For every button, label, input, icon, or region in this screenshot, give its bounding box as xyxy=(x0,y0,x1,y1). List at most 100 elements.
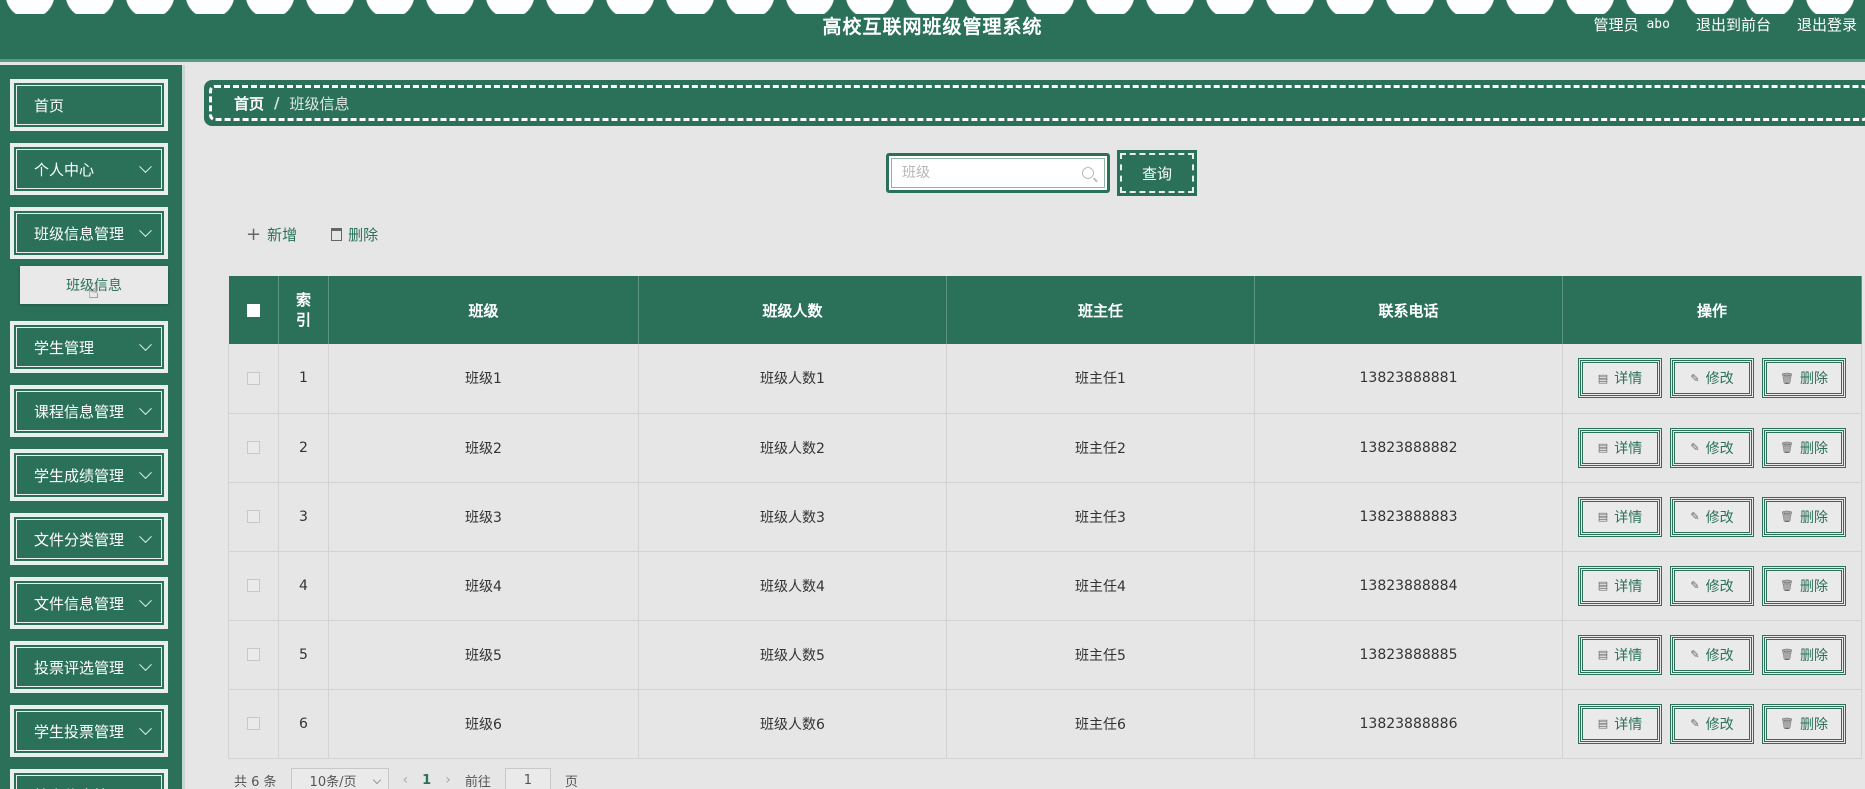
chevron-down-icon xyxy=(139,401,152,415)
sidebar-item-3[interactable]: 学生管理 xyxy=(9,320,169,374)
batch-delete-button[interactable]: 删除 xyxy=(331,224,378,245)
cell-teacher: 班主任3 xyxy=(946,482,1255,552)
chevron-down-icon xyxy=(139,529,152,543)
sidebar-item-8[interactable]: 投票评选管理 xyxy=(9,640,169,694)
sidebar-item-label: 投票评选管理 xyxy=(34,658,125,677)
delete-button[interactable]: 🗑 删除 xyxy=(1762,496,1846,537)
current-page[interactable]: 1 xyxy=(422,773,431,788)
delete-button[interactable]: 🗑 删除 xyxy=(1762,358,1846,399)
trash-icon xyxy=(331,228,343,241)
col-header-teacher: 班主任 xyxy=(946,276,1255,344)
detail-button[interactable]: ▤ 详情 xyxy=(1578,496,1662,537)
delete-button[interactable]: 🗑 删除 xyxy=(1762,565,1846,606)
cell-index: 6 xyxy=(278,689,329,759)
cell-class: 班级5 xyxy=(328,620,639,690)
cell-ops: ▤ 详情 ✎ 修改 🗑 删除 xyxy=(1562,482,1862,552)
row-checkbox[interactable] xyxy=(247,648,260,661)
table-row: 1 班级1 班级人数1 班主任1 13823888881 ▤ 详情 ✎ 修改 🗑 删除 xyxy=(228,344,1862,414)
sidebar: 首页个人中心班级信息管理 学生管理课程信息管理学生成绩管理 文件分类管理文件信息管理… xyxy=(0,65,185,789)
sidebar-item-label: 学生成绩管理 xyxy=(34,466,125,485)
edit-button[interactable]: ✎ 修改 xyxy=(1670,703,1754,744)
col-header-count: 班级人数 xyxy=(638,276,947,344)
query-button[interactable]: 查询 xyxy=(1117,150,1197,196)
cell-index: 5 xyxy=(278,620,329,690)
row-checkbox[interactable] xyxy=(247,510,260,523)
data-table-wrap: 索 引 班级 班级人数 班主任 联系电话 操作 1 班级1 班级人数1 班主任1 138… xyxy=(228,276,1862,759)
sidebar-item-10[interactable]: 档案信息管理 xyxy=(9,768,169,789)
edit-button-label: 修改 xyxy=(1705,371,1734,388)
edit-button[interactable]: ✎ 修改 xyxy=(1670,358,1754,399)
cell-index: 1 xyxy=(278,344,329,414)
plus-icon: + xyxy=(246,224,262,245)
pencil-icon: ✎ xyxy=(1690,579,1700,592)
total-count: 共 6 条 xyxy=(234,774,277,789)
cell-ops: ▤ 详情 ✎ 修改 🗑 删除 xyxy=(1562,620,1862,690)
delete-button[interactable]: 🗑 删除 xyxy=(1762,427,1846,468)
cell-index: 3 xyxy=(278,482,329,552)
row-checkbox[interactable] xyxy=(247,371,260,385)
detail-button[interactable]: ▤ 详情 xyxy=(1578,358,1662,399)
row-checkbox[interactable] xyxy=(247,717,260,730)
edit-button-label: 修改 xyxy=(1705,440,1734,457)
sidebar-item-7[interactable]: 文件信息管理 xyxy=(9,576,169,630)
goto-page-input[interactable] xyxy=(504,768,551,789)
detail-button[interactable]: ▤ 详情 xyxy=(1578,565,1662,606)
row-actions: ▤ 详情 ✎ 修改 🗑 删除 xyxy=(1563,427,1861,468)
chevron-down-icon xyxy=(139,223,152,237)
document-icon: ▤ xyxy=(1597,510,1609,523)
edit-button[interactable]: ✎ 修改 xyxy=(1670,565,1754,606)
batch-delete-label: 删除 xyxy=(348,226,379,244)
edit-button[interactable]: ✎ 修改 xyxy=(1670,427,1754,468)
sidebar-item-9[interactable]: 学生投票管理 xyxy=(9,704,169,758)
select-all-checkbox[interactable] xyxy=(246,304,260,317)
edit-button[interactable]: ✎ 修改 xyxy=(1670,634,1754,675)
delete-button[interactable]: 🗑 删除 xyxy=(1762,634,1846,675)
detail-button[interactable]: ▤ 详情 xyxy=(1578,703,1662,744)
detail-button[interactable]: ▤ 详情 xyxy=(1578,427,1662,468)
sidebar-item-0[interactable]: 首页 xyxy=(9,78,169,132)
cell-count: 班级人数1 xyxy=(638,344,947,414)
logout-link[interactable]: 退出登录 xyxy=(1797,14,1857,35)
table-row: 5 班级5 班级人数5 班主任5 13823888885 ▤ 详情 ✎ 修改 🗑 删除 xyxy=(228,620,1862,690)
trash-icon: 🗑 xyxy=(1780,510,1794,523)
exit-to-front-link[interactable]: 退出到前台 xyxy=(1696,14,1771,35)
row-checkbox[interactable] xyxy=(247,579,260,592)
cell-class: 班级4 xyxy=(328,551,639,621)
trash-icon: 🗑 xyxy=(1780,579,1794,592)
trash-icon: 🗑 xyxy=(1780,371,1794,385)
breadcrumb-home[interactable]: 首页 xyxy=(234,93,264,114)
document-icon: ▤ xyxy=(1597,648,1609,661)
sidebar-item-label: 文件分类管理 xyxy=(34,530,125,549)
cell-phone: 13823888886 xyxy=(1254,689,1563,759)
col-header-index: 索 引 xyxy=(278,276,329,344)
row-checkbox[interactable] xyxy=(247,441,260,454)
breadcrumb: 首页 / 班级信息 xyxy=(204,80,1865,126)
sidebar-item-6[interactable]: 文件分类管理 xyxy=(9,512,169,566)
next-page-icon[interactable]: › xyxy=(445,772,451,788)
search-input[interactable] xyxy=(902,165,1082,181)
delete-button[interactable]: 🗑 删除 xyxy=(1762,703,1846,744)
sidebar-item-4[interactable]: 课程信息管理 xyxy=(9,384,169,438)
page-size-select[interactable]: 10条/页 xyxy=(290,768,389,789)
prev-page-icon[interactable]: ‹ xyxy=(403,772,409,788)
table-row: 2 班级2 班级人数2 班主任2 13823888882 ▤ 详情 ✎ 修改 🗑 删除 xyxy=(228,413,1862,483)
row-actions: ▤ 详情 ✎ 修改 🗑 删除 xyxy=(1563,358,1861,399)
detail-button[interactable]: ▤ 详情 xyxy=(1578,634,1662,675)
col-header-phone: 联系电话 xyxy=(1254,276,1563,344)
document-icon: ▤ xyxy=(1597,717,1609,730)
table-row: 4 班级4 班级人数4 班主任4 13823888884 ▤ 详情 ✎ 修改 🗑 删除 xyxy=(228,551,1862,621)
search-icon xyxy=(1082,167,1094,179)
delete-button-label: 删除 xyxy=(1799,578,1828,595)
pagination: 共 6 条 10条/页 ‹ 1 › 前往 页 xyxy=(234,768,578,789)
cell-count: 班级人数5 xyxy=(638,620,947,690)
pencil-icon: ✎ xyxy=(1690,441,1700,454)
edit-button[interactable]: ✎ 修改 xyxy=(1670,496,1754,537)
add-button[interactable]: + 新增 xyxy=(246,224,297,245)
trash-icon: 🗑 xyxy=(1780,717,1794,730)
sidebar-item-2[interactable]: 班级信息管理 xyxy=(9,206,169,260)
detail-button-label: 详情 xyxy=(1614,716,1643,733)
row-checkbox-cell xyxy=(228,482,279,552)
sidebar-item-5[interactable]: 学生成绩管理 xyxy=(9,448,169,502)
cell-ops: ▤ 详情 ✎ 修改 🗑 删除 xyxy=(1562,551,1862,621)
sidebar-item-1[interactable]: 个人中心 xyxy=(9,142,169,196)
